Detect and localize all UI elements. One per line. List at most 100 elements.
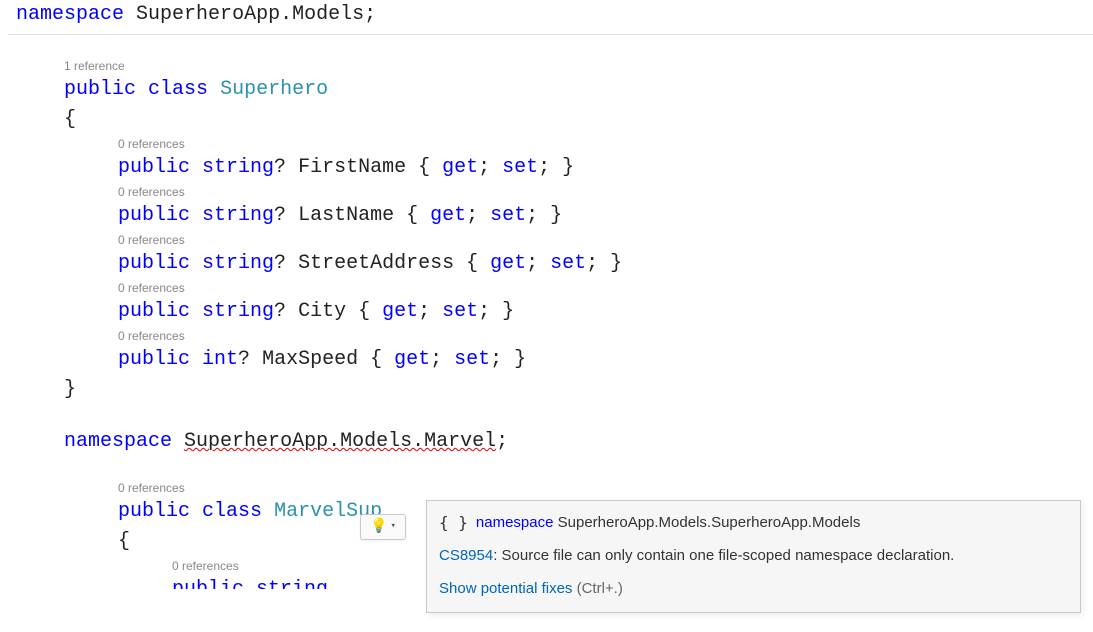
keyword-get: get bbox=[382, 300, 418, 323]
text: ; } bbox=[538, 156, 574, 179]
codelens[interactable]: 0 references bbox=[8, 135, 1093, 153]
keyword-string: string bbox=[202, 156, 274, 179]
text: ; } bbox=[490, 348, 526, 371]
text: { bbox=[454, 252, 490, 275]
codelens[interactable]: 0 references bbox=[8, 183, 1093, 201]
semicolon: ; bbox=[364, 3, 376, 26]
text: ; } bbox=[526, 204, 562, 227]
keyword-set: set bbox=[490, 204, 526, 227]
keyword-get: get bbox=[490, 252, 526, 275]
nullable-q: ? bbox=[274, 252, 298, 275]
codelens-text: 0 references bbox=[118, 137, 185, 151]
codelens-text: 0 references bbox=[118, 281, 185, 295]
keyword-public: public bbox=[64, 78, 136, 101]
text: ; } bbox=[586, 252, 622, 275]
text: { bbox=[394, 204, 430, 227]
keyword-public: public bbox=[118, 300, 190, 323]
keyword-set: set bbox=[442, 300, 478, 323]
keyword-public: public bbox=[118, 204, 190, 227]
code-line[interactable]: public int? MaxSpeed { get; set; } bbox=[8, 345, 1093, 375]
text: { bbox=[406, 156, 442, 179]
error-tooltip: { } namespace SuperheroApp.Models.Superh… bbox=[426, 500, 1081, 613]
codelens[interactable]: 0 references bbox=[8, 231, 1093, 249]
text: ; bbox=[418, 300, 442, 323]
keyword-string: string bbox=[202, 300, 274, 323]
blank-line bbox=[8, 405, 1093, 427]
text: ; bbox=[478, 156, 502, 179]
text bbox=[124, 3, 136, 26]
codelens[interactable]: 0 references bbox=[8, 279, 1093, 297]
keyword-public: public bbox=[172, 578, 244, 589]
nullable-q: ? bbox=[274, 300, 298, 323]
keyword-set: set bbox=[502, 156, 538, 179]
code-line[interactable]: public class Superhero bbox=[8, 75, 1093, 105]
keyword-get: get bbox=[442, 156, 478, 179]
keyword-public: public bbox=[118, 156, 190, 179]
keyword-get: get bbox=[430, 204, 466, 227]
chevron-down-icon: ▾ bbox=[391, 520, 396, 534]
code-line[interactable]: public string? City { get; set; } bbox=[8, 297, 1093, 327]
brace-close: } bbox=[64, 378, 76, 401]
codelens-text: 0 references bbox=[118, 233, 185, 247]
keyword-string: string bbox=[202, 252, 274, 275]
semicolon: ; bbox=[496, 430, 508, 453]
codelens[interactable]: 1 reference bbox=[8, 57, 1093, 75]
namespace-name: SuperheroApp.Models bbox=[136, 3, 364, 26]
text: ; bbox=[466, 204, 490, 227]
error-message: : Source file can only contain one file-… bbox=[493, 547, 954, 564]
keyword-public: public bbox=[118, 348, 190, 371]
text: ; bbox=[526, 252, 550, 275]
code-line[interactable]: namespace SuperheroApp.Models.Marvel; bbox=[8, 427, 1093, 457]
codelens-text: 0 references bbox=[172, 559, 239, 573]
type-name: Superhero bbox=[220, 78, 328, 101]
nullable-q: ? bbox=[238, 348, 262, 371]
lightbulb-button[interactable]: 💡 ▾ bbox=[360, 514, 406, 540]
show-fixes-link[interactable]: Show potential fixes bbox=[439, 580, 572, 597]
keyword-get: get bbox=[394, 348, 430, 371]
text: { bbox=[346, 300, 382, 323]
code-line[interactable]: } bbox=[8, 375, 1093, 405]
keyword-set: set bbox=[550, 252, 586, 275]
code-line[interactable]: public string? FirstName { get; set; } bbox=[8, 153, 1093, 183]
keyword-set: set bbox=[454, 348, 490, 371]
code-line[interactable]: namespace SuperheroApp.Models; bbox=[8, 0, 1093, 35]
code-line[interactable]: public string? LastName { get; set; } bbox=[8, 201, 1093, 231]
keyword-string: string bbox=[202, 204, 274, 227]
tooltip-symbol-row: { } namespace SuperheroApp.Models.Superh… bbox=[439, 511, 1068, 535]
keyword-class: class bbox=[202, 500, 262, 523]
property-name: City bbox=[298, 300, 346, 323]
keyword-public: public bbox=[118, 500, 190, 523]
namespace-name-error: SuperheroApp.Models.Marvel bbox=[184, 430, 496, 453]
tooltip-namespace-path: SuperheroApp.Models.SuperheroApp.Models bbox=[558, 514, 861, 531]
keyword-int: int bbox=[202, 348, 238, 371]
keyword-string: string bbox=[256, 578, 328, 589]
codelens-text: 0 references bbox=[118, 481, 185, 495]
blank-line bbox=[8, 457, 1093, 479]
braces-icon: { } bbox=[439, 511, 468, 535]
nullable-q: ? bbox=[274, 156, 298, 179]
property-name: FirstName bbox=[298, 156, 406, 179]
keyword-class: class bbox=[148, 78, 208, 101]
codelens[interactable]: 0 references bbox=[8, 479, 1093, 497]
codelens-text: 1 reference bbox=[64, 59, 125, 73]
keyword-namespace: namespace bbox=[476, 514, 554, 531]
codelens-text: 0 references bbox=[118, 185, 185, 199]
keyword-namespace: namespace bbox=[16, 3, 124, 26]
property-name: MaxSpeed bbox=[262, 348, 358, 371]
codelens-text: 0 references bbox=[118, 329, 185, 343]
code-line[interactable]: public string? StreetAddress { get; set;… bbox=[8, 249, 1093, 279]
blank-line bbox=[8, 35, 1093, 57]
error-code-link[interactable]: CS8954 bbox=[439, 547, 493, 564]
text: { bbox=[358, 348, 394, 371]
tooltip-error-row: CS8954: Source file can only contain one… bbox=[439, 545, 1068, 568]
codelens[interactable]: 0 references bbox=[8, 327, 1093, 345]
text: ; bbox=[430, 348, 454, 371]
nullable-q: ? bbox=[274, 204, 298, 227]
property-name: StreetAddress bbox=[298, 252, 454, 275]
code-line[interactable]: { bbox=[8, 105, 1093, 135]
property-name: LastName bbox=[298, 204, 394, 227]
brace-open: { bbox=[118, 530, 130, 553]
brace-open: { bbox=[64, 108, 76, 131]
lightbulb-icon: 💡 bbox=[370, 517, 387, 538]
tooltip-fixes-row: Show potential fixes (Ctrl+.) bbox=[439, 578, 1068, 601]
